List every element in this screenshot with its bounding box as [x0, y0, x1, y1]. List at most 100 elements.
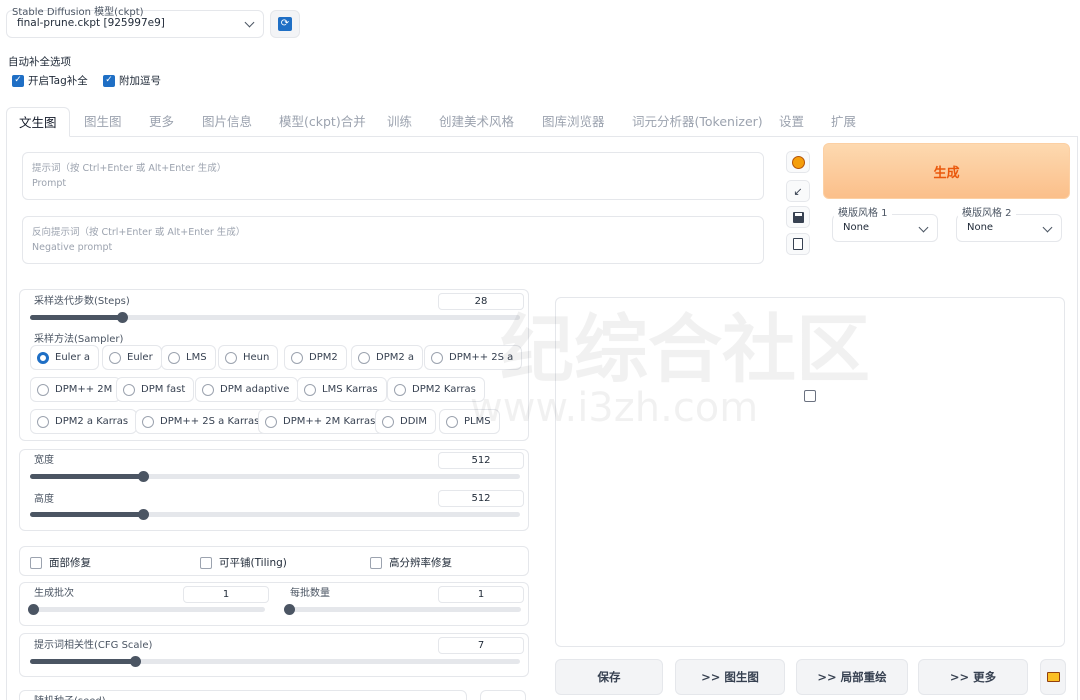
sampler-option[interactable]: DPM++ 2M: [30, 377, 122, 402]
send-to-extras-button[interactable]: >> 更多: [918, 659, 1028, 695]
batch-size-slider[interactable]: [284, 604, 521, 615]
refresh-models-button[interactable]: ⟳: [270, 10, 300, 38]
steps-input[interactable]: 28: [438, 293, 524, 310]
hires-fix-checkbox[interactable]: 高分辨率修复: [370, 555, 452, 570]
seed-random-button[interactable]: [480, 690, 526, 700]
seed-input[interactable]: 随机种子(seed): [19, 690, 467, 700]
sampler-option[interactable]: Heun: [218, 345, 279, 370]
sampler-option[interactable]: DPM++ 2M Karras: [258, 409, 385, 434]
checkbox-checked-icon: ✓: [12, 74, 24, 87]
sampler-option-label: Euler: [127, 352, 153, 363]
tab-settings[interactable]: 设置: [779, 107, 804, 137]
chevron-down-icon: [244, 17, 255, 28]
sampler-option[interactable]: Euler: [102, 345, 162, 370]
sampler-option[interactable]: LMS Karras: [297, 377, 387, 402]
sampler-option[interactable]: DPM2 a Karras: [30, 409, 138, 434]
sampler-option-label: DPM adaptive: [220, 384, 290, 395]
sampler-option[interactable]: DPM fast: [116, 377, 195, 402]
negative-prompt-placeholder: 反向提示词（按 Ctrl+Enter 或 Alt+Enter 生成）: [32, 227, 246, 238]
height-input[interactable]: 512: [438, 490, 524, 507]
size-block: 宽度 512 高度 512: [19, 449, 529, 531]
tab-image-browser[interactable]: 图库浏览器: [542, 107, 605, 137]
style1-label: 模版风格 1: [834, 204, 892, 219]
height-slider-handle[interactable]: [138, 509, 149, 520]
sampler-option-label: DPM++ 2M: [55, 384, 113, 395]
sampler-option-label: DPM2: [309, 352, 338, 363]
folder-icon: [1046, 672, 1060, 682]
steps-slider[interactable]: [30, 312, 520, 323]
batch-count-input[interactable]: 1: [183, 586, 269, 603]
generate-button[interactable]: 生成: [823, 143, 1070, 199]
save-button[interactable]: 保存: [555, 659, 663, 695]
apply-style-button[interactable]: [786, 233, 810, 255]
sampler-option[interactable]: PLMS: [439, 409, 500, 434]
batch-size-slider-handle[interactable]: [284, 604, 295, 615]
negative-prompt-input[interactable]: 反向提示词（按 Ctrl+Enter 或 Alt+Enter 生成） Negat…: [22, 216, 764, 264]
sampler-option[interactable]: DPM++ 2S a: [424, 345, 523, 370]
tab-tokenizer[interactable]: 词元分析器(Tokenizer): [632, 107, 763, 137]
tab-extensions[interactable]: 扩展: [831, 107, 856, 137]
sampler-option[interactable]: LMS: [161, 345, 216, 370]
sampler-option[interactable]: DDIM: [375, 409, 436, 434]
sampler-option[interactable]: DPM++ 2S a Karras: [135, 409, 269, 434]
send-to-inpaint-button[interactable]: >> 局部重绘: [796, 659, 908, 695]
batch-size-input[interactable]: 1: [438, 586, 524, 603]
sampler-option-label: LMS Karras: [322, 384, 378, 395]
cfg-label: 提示词相关性(CFG Scale): [34, 640, 153, 651]
output-gallery: [555, 297, 1065, 647]
open-folder-button[interactable]: [1040, 659, 1066, 695]
restore-faces-checkbox[interactable]: 面部修复: [30, 555, 91, 570]
sampler-option[interactable]: DPM2: [284, 345, 347, 370]
height-slider-fill: [30, 512, 143, 517]
radio-icon: [202, 383, 214, 396]
prompt-input[interactable]: 提示词（按 Ctrl+Enter 或 Alt+Enter 生成） Prompt: [22, 152, 764, 200]
sampler-option-label: Euler a: [55, 352, 91, 363]
checkbox-label: 可平铺(Tiling): [219, 557, 287, 569]
tab-aesthetic[interactable]: 创建美术风格: [439, 107, 514, 137]
tab-txt2img[interactable]: 文生图: [6, 107, 70, 137]
batch-block: 生成批次 1 每批数量 1: [19, 582, 529, 626]
cfg-slider[interactable]: [30, 656, 520, 667]
tab-train[interactable]: 训练: [387, 107, 412, 137]
batch-count-slider-handle[interactable]: [28, 604, 39, 615]
interrogate-button[interactable]: [786, 151, 810, 173]
tiling-checkbox[interactable]: 可平铺(Tiling): [200, 555, 287, 570]
steps-slider-handle[interactable]: [117, 312, 128, 323]
append-comma-checkbox[interactable]: ✓ 附加逗号: [103, 73, 161, 88]
width-label: 宽度: [34, 455, 54, 466]
tab-checkpoint-merger[interactable]: 模型(ckpt)合并: [279, 107, 366, 137]
sampler-option[interactable]: DPM2 Karras: [387, 377, 485, 402]
tab-img2img[interactable]: 图生图: [84, 107, 122, 137]
seed-label: 随机种子(seed): [34, 692, 106, 700]
style2-value: None: [967, 222, 994, 233]
sampler-option-label: DPM2 a Karras: [55, 416, 129, 427]
radio-icon: [394, 383, 406, 396]
cfg-input[interactable]: 7: [438, 637, 524, 654]
height-slider[interactable]: [30, 509, 520, 520]
tag-autocomplete-checkbox[interactable]: ✓ 开启Tag补全: [12, 73, 88, 88]
checkbox-label: 开启Tag补全: [28, 75, 88, 87]
save-style-button[interactable]: [786, 206, 810, 228]
cfg-slider-handle[interactable]: [130, 656, 141, 667]
sampler-option[interactable]: DPM adaptive: [195, 377, 299, 402]
send-to-img2img-button[interactable]: >> 图生图: [675, 659, 785, 695]
radio-icon: [109, 351, 121, 364]
radio-icon: [225, 351, 237, 364]
negative-prompt-placeholder-en: Negative prompt: [32, 242, 113, 253]
sampler-option[interactable]: Euler a: [30, 345, 100, 370]
batch-count-slider[interactable]: [28, 604, 265, 615]
sampler-option-label: DDIM: [400, 416, 427, 427]
sampler-label: 采样方法(Sampler): [34, 334, 124, 345]
sampler-option-label: PLMS: [464, 416, 491, 427]
radio-icon: [142, 415, 154, 428]
refresh-icon: ⟳: [278, 17, 292, 31]
sampler-option-label: DPM++ 2S a Karras: [160, 416, 260, 427]
width-slider-handle[interactable]: [138, 471, 149, 482]
tab-extras[interactable]: 更多: [149, 107, 174, 137]
paste-params-button[interactable]: ↙: [786, 180, 810, 202]
sampler-option[interactable]: DPM2 a: [351, 345, 424, 370]
tab-png-info[interactable]: 图片信息: [202, 107, 252, 137]
width-input[interactable]: 512: [438, 452, 524, 469]
width-slider[interactable]: [30, 471, 520, 482]
main-tabs: 文生图 图生图 更多 图片信息 模型(ckpt)合并 训练 创建美术风格 图库浏…: [6, 107, 1078, 137]
